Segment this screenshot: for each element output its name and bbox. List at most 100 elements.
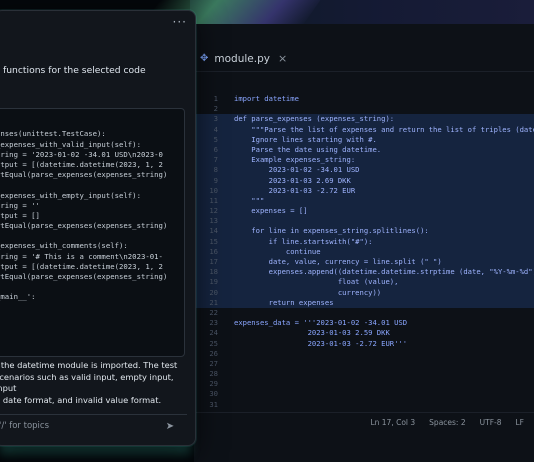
python-file-icon: ✥ [200, 53, 209, 64]
chat-prompt-title: functions for the selected code [3, 65, 146, 76]
chat-code-line [0, 282, 184, 292]
line-number: 30 [209, 389, 218, 399]
code-line[interactable]: 15 if line.startswith("#"): [194, 236, 534, 247]
line-number: 26 [209, 348, 218, 358]
chat-input[interactable] [0, 420, 163, 432]
line-number: 15 [209, 236, 218, 246]
code-text: for line in expenses_string.splitlines()… [234, 226, 429, 236]
chat-code-line: _expenses_with_empty_input(self): [0, 190, 141, 200]
code-line[interactable]: 5 Ignore lines starting with #. [194, 134, 534, 145]
line-number: 1 [213, 94, 218, 103]
chat-code-line [0, 231, 184, 241]
code-line[interactable]: 22 [194, 308, 534, 318]
code-line[interactable]: 27 [194, 359, 534, 369]
chat-message-line: t the datetime module is imported. The t… [0, 360, 178, 370]
code-line[interactable]: 7 Example expenses_string: [194, 155, 534, 166]
chat-code-line: _main__': [0, 292, 36, 302]
code-line[interactable]: 25 2023-01-03 -2.72 EUR''' [194, 339, 534, 349]
line-number: 2 [213, 104, 218, 114]
line-number: 14 [209, 226, 218, 236]
line-number: 4 [213, 124, 218, 134]
line-number: 6 [213, 144, 218, 154]
tab-module-py[interactable]: ✥ module.py × [200, 46, 287, 71]
code-text: if line.startswith("#"): [234, 236, 373, 246]
cursor-position[interactable]: Ln 17, Col 3 [370, 418, 415, 427]
code-line[interactable]: 1 import datetime [194, 94, 534, 104]
code-line[interactable]: 19 float (value), [194, 277, 534, 288]
line-number: 11 [209, 195, 218, 205]
code-line[interactable]: 23 expenses_data = '''2023-01-02 -34.01 U… [194, 318, 534, 328]
line-number: 18 [209, 267, 218, 277]
line-number: 31 [209, 399, 218, 409]
code-line[interactable]: 9 2023-01-03 2.69 DKK [194, 175, 534, 186]
chat-code-block: enses(unittest.TestCase): _expenses_with_… [0, 108, 185, 357]
encoding[interactable]: UTF-8 [480, 418, 502, 427]
indentation[interactable]: Spaces: 2 [429, 418, 465, 427]
code-text: 2023-01-03 2.59 DKK [234, 328, 390, 338]
code-text: Ignore lines starting with #. [234, 134, 377, 144]
code-line[interactable]: 29 [194, 379, 534, 389]
code-text: Example expenses_string: [234, 155, 356, 165]
chat-code-line: _expenses_with_comments(self): [0, 241, 128, 251]
code-line[interactable]: 30 [194, 389, 534, 399]
code-line[interactable]: 21 return expenses [194, 297, 534, 308]
chat-code-line [0, 119, 184, 129]
code-text: continue [234, 246, 321, 256]
code-line[interactable]: 24 2023-01-03 2.59 DKK [194, 328, 534, 338]
line-number: 3 [213, 114, 218, 124]
line-number: 16 [209, 246, 218, 256]
code-line[interactable]: 16 continue [194, 246, 534, 257]
chat-code-line: enses(unittest.TestCase): [0, 129, 106, 139]
code-line[interactable]: 8 2023-01-02 -34.01 USD [194, 165, 534, 176]
code-line[interactable]: 13 [194, 216, 534, 227]
chat-code-line: rtEqual(parse_expenses(expenses_string) [0, 272, 168, 281]
code-line[interactable]: 31 [194, 400, 534, 410]
tab-filename: module.py [214, 52, 270, 65]
line-number: 27 [209, 358, 218, 368]
code-text: float (value), [234, 277, 399, 287]
close-icon[interactable]: × [278, 52, 287, 65]
code-line[interactable]: 26 [194, 349, 534, 359]
more-options-icon[interactable]: ··· [173, 15, 187, 29]
chat-code-line: rtEqual(parse_expenses(expenses_string) [0, 170, 168, 180]
chat-message-line: scenarios such as valid input, empty inp… [0, 371, 174, 394]
code-line[interactable]: 3 def parse_expenses (expenses_string): [194, 114, 534, 125]
code-line[interactable]: 2 [194, 104, 534, 114]
code-line[interactable]: 11 """ [194, 195, 534, 207]
code-text: 2023-01-03 2.69 DKK [234, 175, 351, 185]
code-line[interactable]: 14 for line in expenses_string.splitline… [194, 226, 534, 237]
chat-code-line: tring = '# This is a comment\n2023-01- [0, 251, 163, 261]
line-ending[interactable]: LF [516, 418, 525, 427]
code-line[interactable]: 10 2023-01-03 -2.72 EUR [194, 185, 534, 196]
code-text: expenses_data = '''2023-01-02 -34.01 USD [234, 318, 408, 328]
code-line[interactable]: 4 """Parse the list of expenses and retu… [194, 124, 534, 135]
code-text: Parse the date using datetime. [234, 144, 382, 154]
chat-code-line [0, 180, 184, 190]
code-editor[interactable]: ✥ module.py × 1 import datetime 2 3 def pars… [194, 24, 534, 462]
line-number: 29 [209, 379, 218, 389]
chat-code-line: utput = [(datetime.datetime(2023, 1, 2 [0, 261, 163, 271]
code-line[interactable]: 17 date, value, currency = line.split ("… [194, 257, 534, 268]
code-line[interactable]: 12 expenses = [] [194, 206, 534, 217]
chat-code-line: _expenses_with_valid_input(self): [0, 139, 141, 149]
line-number: 5 [213, 134, 218, 144]
code-line[interactable]: 6 Parse the date using datetime. [194, 144, 534, 156]
code-line[interactable]: 28 [194, 369, 534, 379]
line-number: 22 [209, 307, 218, 317]
line-number: 25 [209, 338, 218, 348]
line-number: 10 [209, 185, 218, 195]
code-line[interactable]: 20 currency)) [194, 287, 534, 298]
chat-message: t the datetime module is imported. The t… [0, 360, 191, 406]
line-number: 23 [209, 318, 218, 328]
line-number: 24 [209, 328, 218, 338]
line-number: 13 [209, 216, 218, 226]
chat-input-bar: ➤ [0, 414, 187, 437]
line-number: 12 [209, 206, 218, 216]
code-text: date, value, currency = line.split (" ") [234, 257, 442, 266]
chat-code-line: utput = [(datetime.datetime(2023, 1, 2 [0, 159, 163, 169]
send-icon[interactable]: ➤ [163, 419, 177, 433]
code-line[interactable]: 18 expenses.append((datetime.datetime.st… [194, 267, 534, 278]
line-number: 20 [209, 287, 218, 297]
chat-code-line: tring = '' [0, 200, 40, 210]
code-area[interactable]: 1 import datetime 2 3 def parse_expenses (ex… [194, 94, 534, 410]
